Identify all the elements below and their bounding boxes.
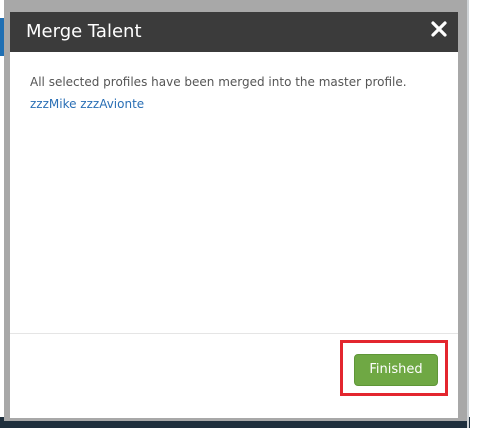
merge-success-message: All selected profiles have been merged i… [30,75,407,89]
modal-footer: Finished [10,334,458,418]
modal-header: Merge Talent [10,12,458,52]
modal-body: All selected profiles have been merged i… [10,52,458,334]
background-right-edge [467,0,469,428]
close-icon[interactable] [430,20,448,38]
master-profile-link[interactable]: zzzMike zzzAvionte [30,96,144,112]
modal-content: Merge Talent All selected profiles have … [10,12,458,418]
finished-button[interactable]: Finished [354,354,438,386]
merge-talent-modal: Merge Talent All selected profiles have … [4,0,467,421]
modal-title: Merge Talent [26,21,142,42]
